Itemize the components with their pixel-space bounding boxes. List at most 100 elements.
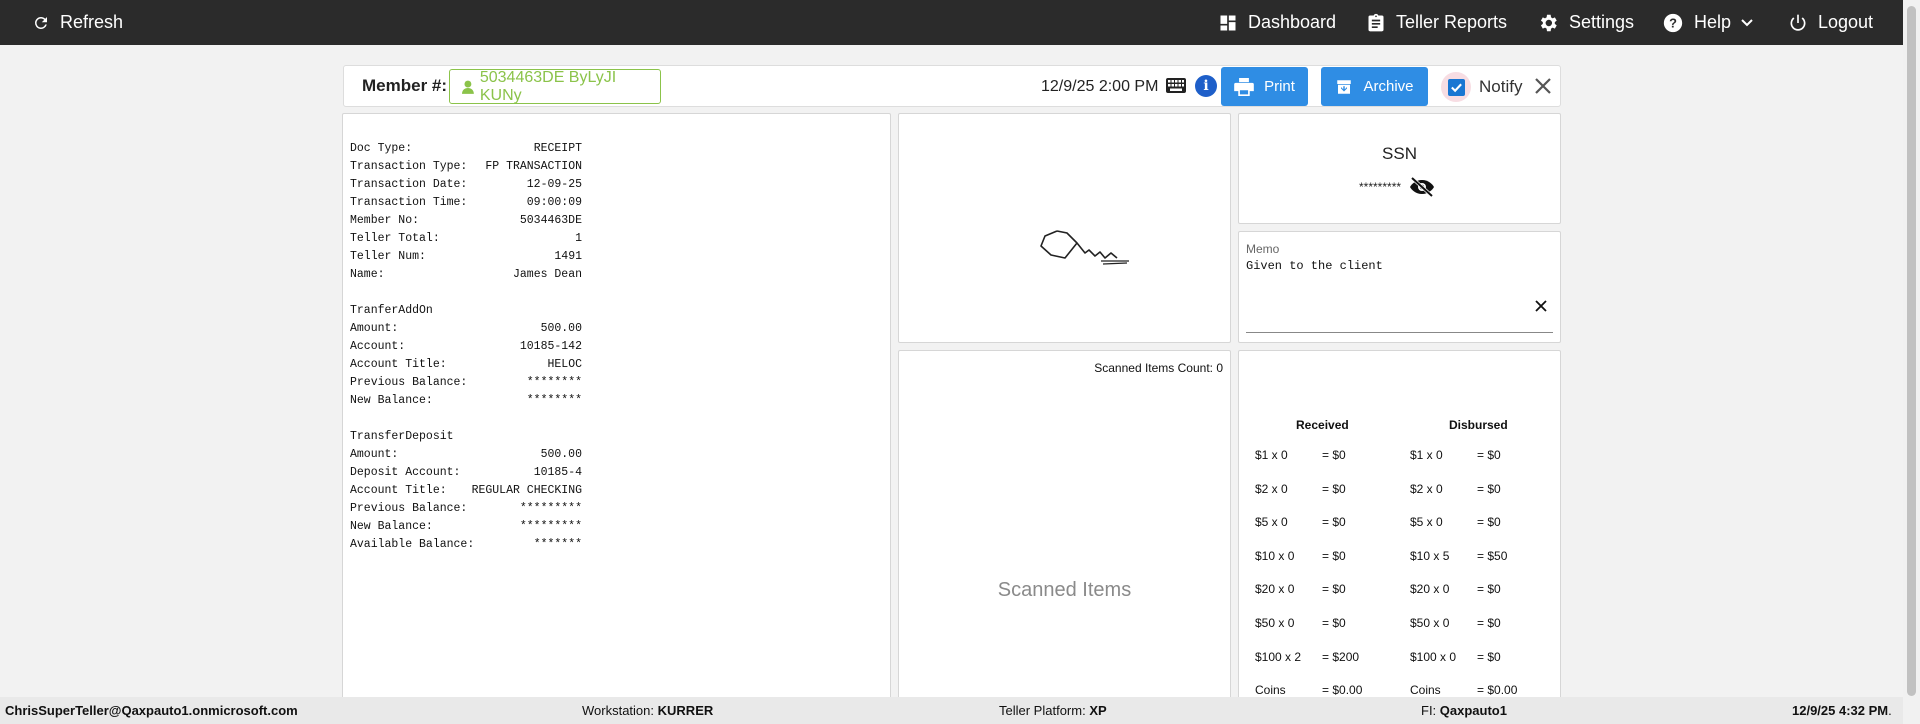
receipt-field-value: RECEIPT bbox=[533, 142, 582, 155]
receipt-field-label: Available Balance: bbox=[350, 538, 475, 551]
received-total: = $200 bbox=[1322, 650, 1360, 664]
received-total: = $0 bbox=[1322, 515, 1346, 529]
nav-help-label: Help bbox=[1694, 12, 1732, 32]
receipt-field-label: Deposit Account: bbox=[350, 466, 461, 479]
member-chip[interactable]: 5034463DE ByLyJI KUNy bbox=[449, 69, 661, 104]
received-denomination: $2 x 0 bbox=[1255, 482, 1288, 496]
close-icon[interactable] bbox=[1532, 75, 1554, 97]
refresh-button[interactable]: Refresh bbox=[32, 0, 123, 45]
user-icon bbox=[462, 80, 474, 94]
nav-teller-reports-label: Teller Reports bbox=[1396, 12, 1508, 32]
nav-settings[interactable]: Settings bbox=[1537, 0, 1634, 45]
receipt-field-value: 10185-4 bbox=[533, 466, 582, 479]
disbursed-total: = $0 bbox=[1477, 515, 1501, 529]
keyboard-icon[interactable] bbox=[1166, 78, 1186, 94]
scanned-items-placeholder: Scanned Items bbox=[997, 579, 1132, 601]
memo-clear-icon[interactable] bbox=[1535, 300, 1547, 312]
receipt-field-value: 500.00 bbox=[540, 448, 582, 461]
received-denomination: $5 x 0 bbox=[1255, 515, 1288, 529]
disbursed-total: = $0 bbox=[1477, 616, 1501, 630]
receipt-section-title: TranferAddOn bbox=[350, 304, 433, 317]
received-total: = $0 bbox=[1322, 616, 1346, 630]
disbursed-total: = $0 bbox=[1477, 650, 1501, 664]
received-denomination: $50 x 0 bbox=[1255, 616, 1295, 630]
nav-settings-label: Settings bbox=[1569, 12, 1635, 32]
status-platform: Teller Platform: XP bbox=[999, 703, 1107, 718]
disbursed-denomination: $10 x 5 bbox=[1410, 549, 1450, 563]
disbursed-denomination: $2 x 0 bbox=[1410, 482, 1443, 496]
signature-panel bbox=[898, 113, 1231, 343]
receipt-field-label: Amount: bbox=[350, 322, 399, 335]
receipt-row: New Balance: ********* bbox=[350, 518, 582, 536]
scrollbar-thumb[interactable] bbox=[1907, 6, 1916, 696]
receipt-text: Doc Type: RECEIPT Transaction Type: FP TRAN… bbox=[350, 140, 582, 554]
receipt-field-value: 1 bbox=[575, 232, 582, 245]
disbursed-total: = $0 bbox=[1477, 582, 1501, 596]
receipt-row: New Balance: ******** bbox=[350, 392, 582, 410]
receipt-field-label: Previous Balance: bbox=[350, 376, 468, 389]
receipt-field-label: New Balance: bbox=[350, 520, 433, 533]
disbursed-total: = $0 bbox=[1477, 482, 1501, 496]
nav-help[interactable]: ? Help bbox=[1662, 0, 1753, 45]
received-total: = $0.00 bbox=[1322, 683, 1363, 697]
print-button[interactable]: Print bbox=[1221, 67, 1308, 106]
printer-icon bbox=[1234, 77, 1254, 96]
receipt-row: Name: James Dean bbox=[350, 266, 582, 284]
notify-checkbox[interactable]: Notify bbox=[1441, 72, 1522, 102]
gear-icon bbox=[1540, 14, 1557, 31]
memo-textarea[interactable]: Given to the client bbox=[1246, 259, 1383, 273]
clipboard-icon bbox=[1368, 13, 1384, 31]
receipt-field-value: ******** bbox=[526, 394, 582, 407]
checkbox-checked-icon bbox=[1447, 78, 1465, 96]
receipt-field-label: Transaction Date: bbox=[350, 178, 468, 191]
received-total: = $0 bbox=[1322, 482, 1346, 496]
receipt-field-value: ******* bbox=[533, 538, 582, 551]
disbursed-total: = $50 bbox=[1477, 549, 1508, 563]
memo-label: Memo bbox=[1246, 242, 1280, 256]
receipt-field-label: New Balance: bbox=[350, 394, 433, 407]
status-bar: ChrisSuperTeller@Qaxpauto1.onmicrosoft.c… bbox=[0, 697, 1903, 724]
notify-checkbox-ripple bbox=[1441, 72, 1471, 102]
vertical-scrollbar[interactable] bbox=[1903, 0, 1920, 724]
print-label: Print bbox=[1264, 78, 1295, 95]
received-denomination: Coins bbox=[1255, 683, 1286, 697]
receipt-field-label: Name: bbox=[350, 268, 385, 281]
received-denomination: $10 x 0 bbox=[1255, 549, 1295, 563]
nav-dashboard[interactable]: Dashboard bbox=[1218, 0, 1336, 45]
member-bar: Member #: 5034463DE ByLyJI KUNy 12/9/25 … bbox=[343, 65, 1561, 107]
receipt-spacer bbox=[350, 284, 582, 302]
receipt-field-value: 12-09-25 bbox=[526, 178, 582, 191]
receipt-row: Teller Total: 1 bbox=[350, 230, 582, 248]
receipt-field-value: ********* bbox=[519, 520, 582, 533]
receipt-field-label: Amount: bbox=[350, 448, 399, 461]
receipt-row: Previous Balance: ******** bbox=[350, 374, 582, 392]
ssn-title: SSN bbox=[1382, 144, 1417, 163]
received-header: Received bbox=[1296, 418, 1349, 432]
nav-dashboard-label: Dashboard bbox=[1248, 12, 1337, 32]
eye-off-icon[interactable] bbox=[1409, 176, 1435, 198]
receipt-field-label: Account Title: bbox=[350, 358, 447, 371]
disbursed-denomination: $1 x 0 bbox=[1410, 448, 1443, 462]
help-circle-icon: ? bbox=[1663, 13, 1683, 32]
disbursed-total: = $0 bbox=[1477, 448, 1501, 462]
receipt-field-value: 5034463DE bbox=[519, 214, 582, 227]
receipt-field-label: Teller Num: bbox=[350, 250, 426, 263]
received-denomination: $100 x 2 bbox=[1255, 650, 1302, 664]
info-icon[interactable]: i bbox=[1195, 75, 1217, 97]
receipt-row: Available Balance: ******* bbox=[350, 536, 582, 554]
receipt-field-label: Account: bbox=[350, 340, 406, 353]
top-navbar: Refresh Dashboard Teller Reports Setting… bbox=[0, 0, 1920, 45]
archive-button[interactable]: Archive bbox=[1321, 67, 1428, 106]
nav-teller-reports[interactable]: Teller Reports bbox=[1366, 0, 1507, 45]
disbursed-total: = $0.00 bbox=[1477, 683, 1518, 697]
receipt-row: Transaction Type: FP TRANSACTION bbox=[350, 158, 582, 176]
scanned-items-count: Scanned Items Count: 0 bbox=[1094, 361, 1223, 375]
received-total: = $0 bbox=[1322, 582, 1346, 596]
receipt-field-label: Member No: bbox=[350, 214, 420, 227]
receipt-field-label: Account Title: bbox=[350, 484, 447, 497]
receipt-field-label: Transaction Time: bbox=[350, 196, 468, 209]
receipt-row: Account Title: HELOC bbox=[350, 356, 582, 374]
nav-logout[interactable]: Logout bbox=[1788, 0, 1873, 45]
ssn-panel: SSN ********* bbox=[1238, 113, 1561, 224]
receipt-row: Amount: 500.00 bbox=[350, 446, 582, 464]
